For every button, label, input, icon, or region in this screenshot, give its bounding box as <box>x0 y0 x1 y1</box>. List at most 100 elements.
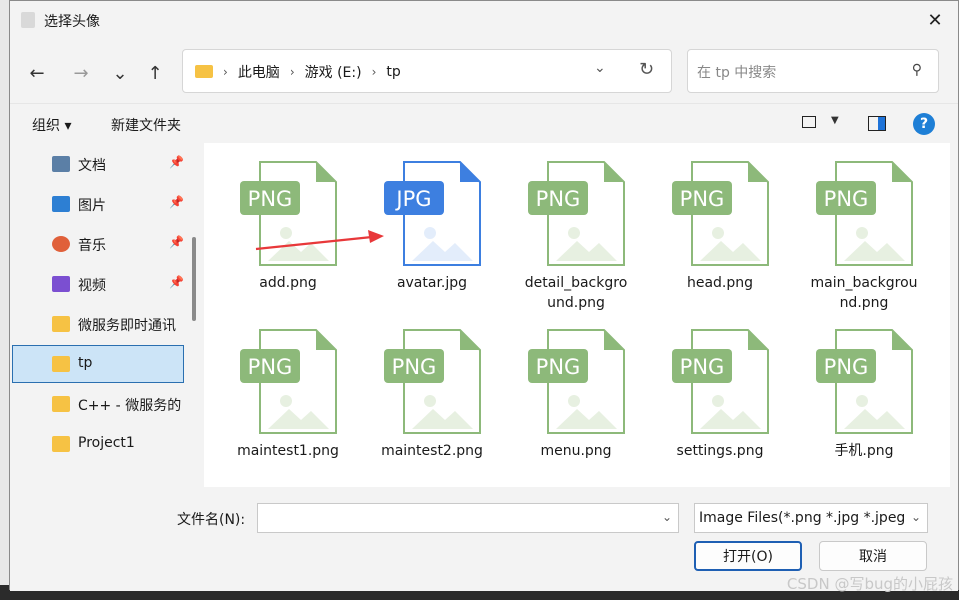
up-button[interactable]: ↑ <box>141 59 169 87</box>
search-input[interactable]: 在 tp 中搜索 ⚲ <box>687 49 939 93</box>
dialog-title: 选择头像 <box>44 14 100 30</box>
pin-icon: 📌 <box>169 235 184 249</box>
sidebar-scrollbar[interactable] <box>192 237 196 321</box>
sidebar-item-label: Project1 <box>78 435 135 451</box>
image-sun-shape <box>568 227 580 239</box>
image-sun-shape <box>568 395 580 407</box>
view-dropdown-icon[interactable]: ▼ <box>831 115 839 126</box>
file-corner-fold <box>316 162 336 182</box>
filetype-select[interactable]: Image Files(*.png *.jpg *.jpeg ⌄ <box>694 503 928 533</box>
file-item-main-background[interactable]: PNG main_backgrou nd.png <box>799 161 929 313</box>
document-icon <box>52 156 70 172</box>
file-name: 手机.png <box>834 443 894 459</box>
new-folder-button[interactable]: 新建文件夹 <box>111 115 181 135</box>
file-item-avatar[interactable]: JPG avatar.jpg <box>367 161 497 293</box>
png-file-icon: PNG <box>671 329 769 435</box>
file-type-label: PNG <box>680 187 725 211</box>
open-button[interactable]: 打开(O) <box>694 541 802 571</box>
file-name: avatar.jpg <box>396 275 468 291</box>
breadcrumb-drive-e[interactable]: 游戏 (E:) <box>305 62 362 82</box>
file-icon-graphic: PNG <box>816 161 913 266</box>
cancel-button[interactable]: 取消 <box>819 541 927 571</box>
forward-button[interactable]: → <box>67 59 95 87</box>
sidebar-item-cpp-microservice[interactable]: C++ - 微服务的 <box>12 385 184 423</box>
image-sun-shape <box>856 227 868 239</box>
file-corner-fold <box>316 330 336 350</box>
file-item-settings[interactable]: PNG settings.png <box>655 329 785 461</box>
app-icon <box>21 12 35 28</box>
pin-icon: 📌 <box>169 155 184 169</box>
toolbar: 组织 ▾ 新建文件夹 ▼ ? <box>10 103 958 144</box>
filename-input[interactable]: ⌄ <box>257 503 679 533</box>
file-item-head[interactable]: PNG head.png <box>655 161 785 293</box>
file-type-label: JPG <box>394 187 431 211</box>
sidebar-item-music[interactable]: 音乐 📌 <box>12 225 184 263</box>
image-sun-shape <box>424 395 436 407</box>
close-button[interactable]: ✕ <box>912 1 958 39</box>
music-icon <box>52 236 70 252</box>
file-corner-fold <box>604 330 624 350</box>
chevron-right-icon: › <box>371 65 377 79</box>
file-type-label: PNG <box>536 187 581 211</box>
file-item-add[interactable]: PNG add.png <box>223 161 353 293</box>
file-item-detail-background[interactable]: PNG detail_backgro und.png <box>511 161 641 313</box>
filetype-value: Image Files(*.png *.jpg *.jpeg <box>699 510 905 526</box>
pictures-icon <box>52 196 70 212</box>
file-corner-fold <box>460 330 480 350</box>
sidebar-item-label: C++ - 微服务的 <box>78 398 182 414</box>
sidebar-item-microservice-chat[interactable]: 微服务即时通讯 <box>12 305 184 343</box>
file-item-maintest2[interactable]: PNG maintest2.png <box>367 329 497 461</box>
filename-label: 文件名(N): <box>177 512 246 528</box>
recent-locations-button[interactable]: ⌄ <box>106 59 134 87</box>
chevron-down-icon[interactable]: ⌄ <box>594 60 606 76</box>
file-name: maintest1.png <box>237 443 339 459</box>
sidebar-item-label: tp <box>78 355 93 371</box>
chevron-down-icon[interactable]: ⌄ <box>662 510 672 524</box>
image-sun-shape <box>856 395 868 407</box>
file-name: main_backgrou nd.png <box>810 275 918 311</box>
watermark: CSDN @写bug的小屁孩 <box>786 575 953 593</box>
file-type-label: PNG <box>680 355 725 379</box>
file-name: add.png <box>259 275 317 291</box>
address-bar[interactable]: › 此电脑 › 游戏 (E:) › tp ⌄ ↻ <box>182 49 672 93</box>
sidebar-item-pictures[interactable]: 图片 📌 <box>12 185 184 223</box>
preview-pane-icon[interactable] <box>868 116 886 131</box>
file-corner-fold <box>460 162 480 182</box>
file-corner-fold <box>748 330 768 350</box>
file-corner-fold <box>892 330 912 350</box>
file-name: settings.png <box>676 443 764 459</box>
view-mode-icon[interactable] <box>802 116 816 128</box>
back-button[interactable]: ← <box>23 59 51 87</box>
folder-icon <box>52 396 70 412</box>
file-item-maintest1[interactable]: PNG maintest1.png <box>223 329 353 461</box>
breadcrumb-tp[interactable]: tp <box>386 64 400 80</box>
file-corner-fold <box>604 162 624 182</box>
chevron-right-icon: › <box>223 65 228 79</box>
png-file-icon: PNG <box>815 161 913 267</box>
sidebar-item-documents[interactable]: 文档 📌 <box>12 145 184 183</box>
jpg-file-icon: JPG <box>383 161 481 267</box>
file-type-label: PNG <box>392 355 437 379</box>
png-file-icon: PNG <box>239 161 337 267</box>
file-icon-graphic: PNG <box>528 161 625 266</box>
png-file-icon: PNG <box>527 161 625 267</box>
pin-icon: 📌 <box>169 275 184 289</box>
sidebar-item-videos[interactable]: 视频 📌 <box>12 265 184 303</box>
chevron-down-icon[interactable]: ⌄ <box>910 510 921 524</box>
organize-menu[interactable]: 组织 ▾ <box>32 115 71 135</box>
file-icon-graphic: PNG <box>528 329 625 434</box>
sidebar-item-label: 微服务即时通讯 <box>78 318 176 334</box>
sidebar-item-project1[interactable]: Project1 <box>12 425 184 463</box>
help-icon[interactable]: ? <box>913 113 935 135</box>
file-icon-graphic: PNG <box>816 329 913 434</box>
navigation-pane: 文档 📌 图片 📌 音乐 📌 视频 📌 微服务即时通讯 tp C++ - 微服务… <box>10 143 196 487</box>
breadcrumb-this-pc[interactable]: 此电脑 <box>238 62 280 82</box>
file-item-menu[interactable]: PNG menu.png <box>511 329 641 461</box>
file-item-phone[interactable]: PNG 手机.png <box>799 329 929 461</box>
sidebar-item-tp[interactable]: tp <box>12 345 184 383</box>
folder-icon <box>52 356 70 372</box>
search-placeholder: 在 tp 中搜索 <box>697 65 777 81</box>
refresh-icon[interactable]: ↻ <box>639 59 654 80</box>
file-dialog: 选择头像 ✕ ← → ⌄ ↑ › 此电脑 › 游戏 (E:) › tp ⌄ ↻ … <box>9 0 959 591</box>
file-type-label: PNG <box>824 355 869 379</box>
